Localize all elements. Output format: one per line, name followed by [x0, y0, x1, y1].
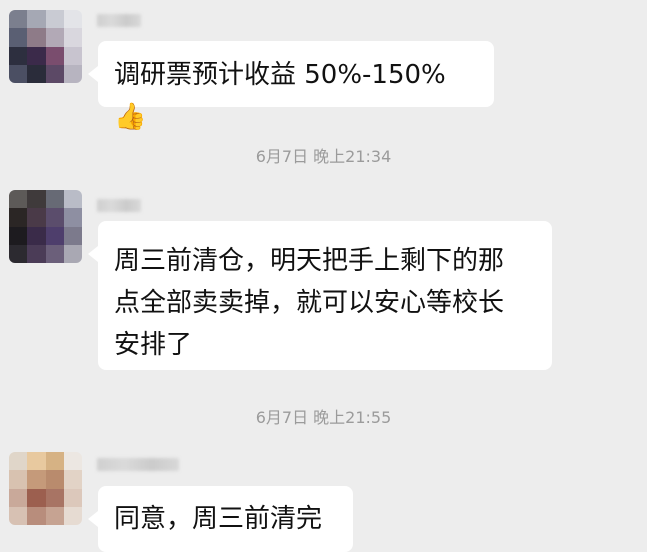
message-timestamp: 6月7日 晚上21:34	[255, 147, 392, 166]
message-bubble[interactable]: 周三前清仓，明天把手上剩下的那 点全部卖卖掉，就可以安心等校长 安排了	[88, 221, 552, 370]
sender-name	[97, 199, 141, 212]
sender-avatar[interactable]	[9, 190, 82, 263]
message-bubble[interactable]: 同意，周三前清完	[88, 486, 353, 552]
message-text: 调研票预计收益 50%-150%	[114, 60, 446, 90]
sender-name	[97, 14, 141, 27]
thumbs-up-icon: 👍	[114, 102, 147, 132]
message-text: 周三前清仓，明天把手上剩下的那 点全部卖卖掉，就可以安心等校长 安排了	[114, 246, 505, 360]
message-timestamp: 6月7日 晚上21:55	[255, 408, 392, 427]
sender-name	[97, 458, 179, 471]
message-bubble[interactable]: 调研票预计收益 50%-150% 👍	[88, 41, 494, 132]
message-text: 同意，周三前清完	[114, 504, 323, 534]
sender-avatar[interactable]	[9, 452, 82, 525]
sender-avatar[interactable]	[9, 10, 82, 83]
